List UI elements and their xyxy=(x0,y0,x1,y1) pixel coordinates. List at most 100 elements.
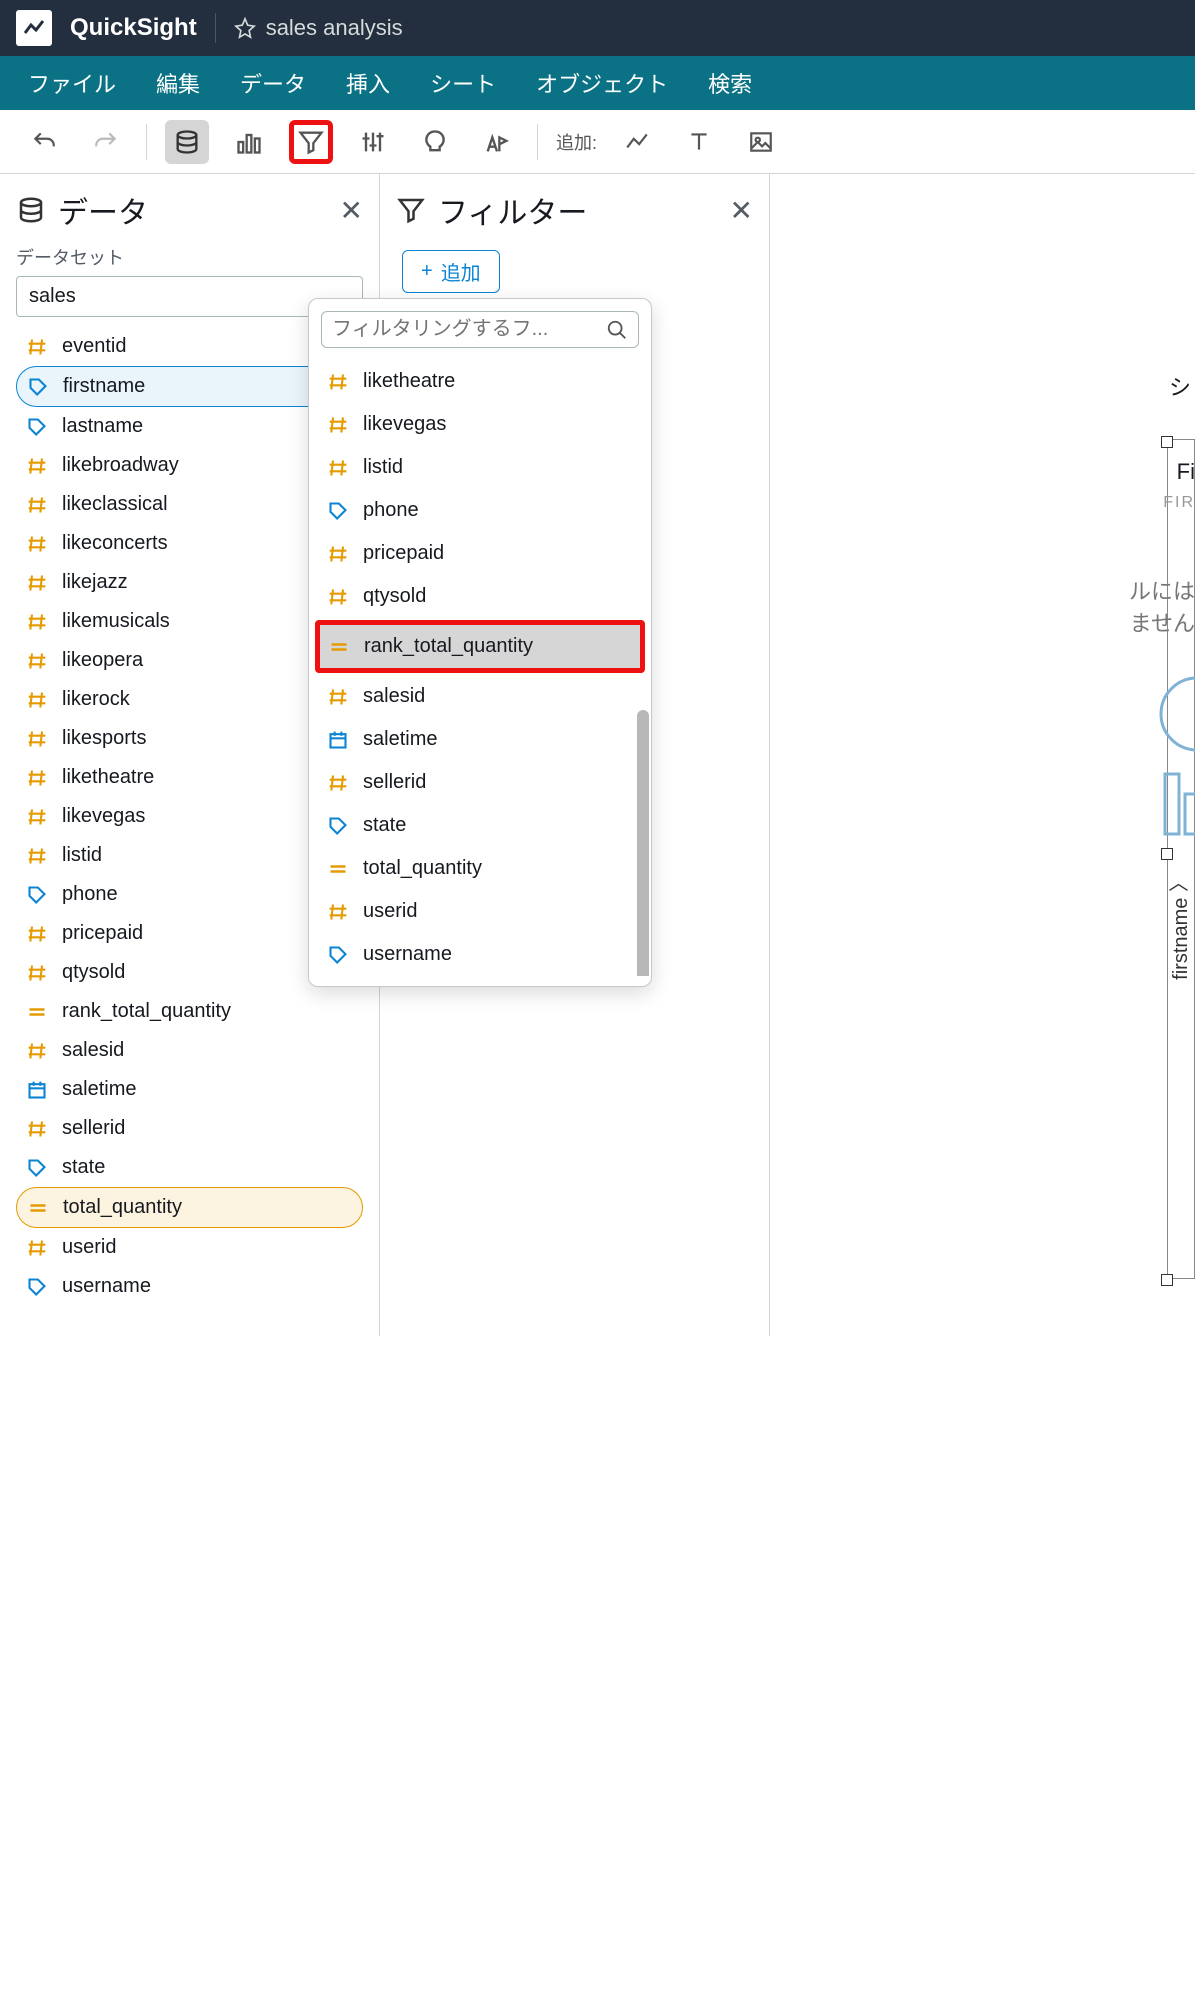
popup-field-likevegas[interactable]: likevegas xyxy=(319,403,641,446)
empty-chart-icon xyxy=(1157,674,1195,849)
redo-button[interactable] xyxy=(84,120,128,164)
popup-list[interactable]: liketheatre likevegas listid phone pricepaid… xyxy=(309,360,651,976)
resize-handle[interactable] xyxy=(1161,1274,1173,1286)
hash-icon xyxy=(26,1040,48,1062)
field-label: likemusicals xyxy=(62,610,170,633)
field-label: lastname xyxy=(62,415,143,438)
popup-field-liketheatre[interactable]: liketheatre xyxy=(319,360,641,403)
field-saletime[interactable]: saletime xyxy=(16,1070,363,1109)
add-filter-button[interactable]: + 追加 xyxy=(402,250,500,293)
visual-title-cut: Fi xyxy=(1177,459,1195,485)
star-icon[interactable] xyxy=(234,17,256,39)
filter-panel-title: フィルター xyxy=(396,188,587,232)
menu-object[interactable]: オブジェクト xyxy=(536,67,668,99)
analysis-title[interactable]: sales analysis xyxy=(234,15,403,41)
tag-icon xyxy=(327,944,349,966)
field-label: rank_total_quantity xyxy=(62,1000,231,1023)
field-label: qtysold xyxy=(363,585,426,608)
popup-field-state[interactable]: state xyxy=(319,804,641,847)
calc-icon xyxy=(327,858,349,880)
field-label: phone xyxy=(62,883,118,906)
popup-field-total_quantity[interactable]: total_quantity xyxy=(319,847,641,890)
resize-handle[interactable] xyxy=(1161,436,1173,448)
field-state[interactable]: state xyxy=(16,1148,363,1187)
popup-field-listid[interactable]: listid xyxy=(319,446,641,489)
add-text-icon[interactable] xyxy=(677,120,721,164)
menu-sheet[interactable]: シート xyxy=(430,67,496,99)
field-label: sellerid xyxy=(62,1117,125,1140)
hash-icon xyxy=(327,586,349,608)
field-label: likevegas xyxy=(363,413,446,436)
hash-icon xyxy=(327,772,349,794)
menu-search[interactable]: 検索 xyxy=(708,67,752,99)
no-data-text-2: ません xyxy=(1130,606,1195,638)
field-sellerid[interactable]: sellerid xyxy=(16,1109,363,1148)
field-rank_total_quantity[interactable]: rank_total_quantity xyxy=(16,992,363,1031)
plus-icon: + xyxy=(421,260,433,283)
hash-icon xyxy=(327,457,349,479)
field-label: liketheatre xyxy=(62,766,154,789)
filter-panel-button[interactable] xyxy=(289,120,333,164)
hash-icon xyxy=(26,455,48,477)
sheet-tab-cut[interactable]: シ xyxy=(1165,354,1195,418)
tag-icon xyxy=(27,376,49,398)
field-total_quantity[interactable]: total_quantity xyxy=(16,1187,363,1228)
menu-data[interactable]: データ xyxy=(240,67,306,99)
calc-icon xyxy=(27,1197,49,1219)
hash-icon xyxy=(26,533,48,555)
menu-insert[interactable]: 挿入 xyxy=(346,67,390,99)
calc-icon xyxy=(328,636,350,658)
field-label: likeclassical xyxy=(62,493,168,516)
field-label: username xyxy=(62,1275,151,1298)
insights-button[interactable] xyxy=(413,120,457,164)
popup-search-input[interactable] xyxy=(332,318,606,341)
popup-field-userid[interactable]: userid xyxy=(319,890,641,933)
popup-field-pricepaid[interactable]: pricepaid xyxy=(319,532,641,575)
hash-icon xyxy=(327,543,349,565)
popup-field-username[interactable]: username xyxy=(319,933,641,976)
scrollbar-thumb[interactable] xyxy=(637,710,649,976)
calc-icon xyxy=(26,1001,48,1023)
menu-file[interactable]: ファイル xyxy=(28,67,116,99)
parameters-button[interactable] xyxy=(351,120,395,164)
field-label: total_quantity xyxy=(63,1196,182,1219)
popup-field-sellerid[interactable]: sellerid xyxy=(319,761,641,804)
product-name: QuickSight xyxy=(70,14,197,42)
field-salesid[interactable]: salesid xyxy=(16,1031,363,1070)
hash-icon xyxy=(327,414,349,436)
data-panel-title: データ xyxy=(16,188,148,232)
hash-icon xyxy=(26,806,48,828)
menu-edit[interactable]: 編集 xyxy=(156,67,200,99)
popup-field-saletime[interactable]: saletime xyxy=(319,718,641,761)
popup-field-phone[interactable]: phone xyxy=(319,489,641,532)
hash-icon xyxy=(26,611,48,633)
hash-icon xyxy=(26,494,48,516)
data-panel-button[interactable] xyxy=(165,120,209,164)
close-filter-panel[interactable]: ✕ xyxy=(730,194,753,227)
field-label: likevegas xyxy=(62,805,145,828)
hash-icon xyxy=(327,686,349,708)
undo-button[interactable] xyxy=(22,120,66,164)
visualize-button[interactable] xyxy=(227,120,271,164)
close-data-panel[interactable]: ✕ xyxy=(340,194,363,227)
popup-field-qtysold[interactable]: qtysold xyxy=(319,575,641,618)
popup-field-salesid[interactable]: salesid xyxy=(319,675,641,718)
field-label: phone xyxy=(363,499,419,522)
themes-button[interactable] xyxy=(475,120,519,164)
field-label: salesid xyxy=(62,1039,124,1062)
resize-handle[interactable] xyxy=(1161,848,1173,860)
field-filter-popup: liketheatre likevegas listid phone pricepaid… xyxy=(308,298,652,987)
field-label: likerock xyxy=(62,688,130,711)
field-userid[interactable]: userid xyxy=(16,1228,363,1267)
hash-icon xyxy=(26,962,48,984)
hash-icon xyxy=(26,923,48,945)
field-label: salesid xyxy=(363,685,425,708)
add-image-icon[interactable] xyxy=(739,120,783,164)
field-label: sellerid xyxy=(363,771,426,794)
field-label: state xyxy=(363,814,406,837)
add-line-chart-icon[interactable] xyxy=(615,120,659,164)
popup-search[interactable] xyxy=(321,311,639,348)
quicksight-logo-icon xyxy=(16,10,52,46)
field-username[interactable]: username xyxy=(16,1267,363,1306)
popup-field-rank_total_quantity[interactable]: rank_total_quantity xyxy=(315,620,645,673)
